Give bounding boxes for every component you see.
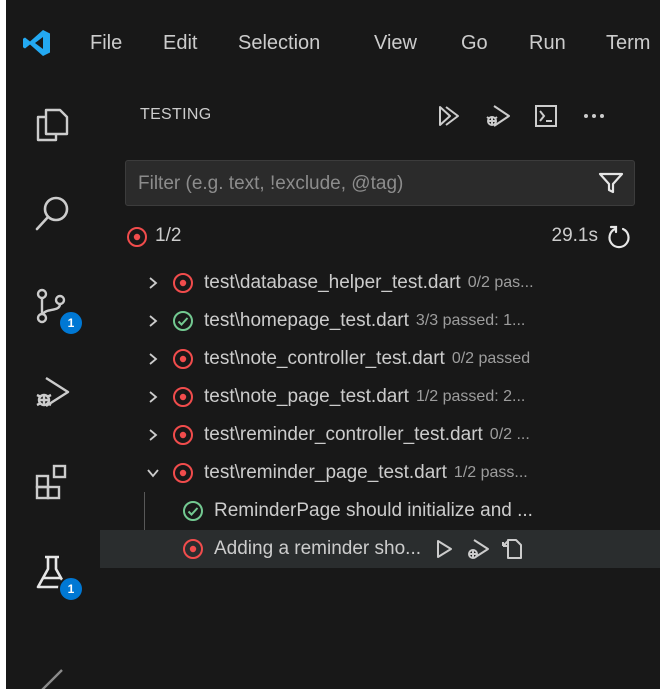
activity-search[interactable] [24,186,80,242]
debug-all-tests-icon [486,105,510,127]
test-file-row[interactable]: test\note_controller_test.dart 0/2 passe… [100,340,660,378]
test-file-name: test\reminder_controller_test.dart [204,424,483,445]
chevron-right-icon[interactable] [142,386,164,408]
more-actions-icon [584,114,604,118]
test-duration: 29.1s [551,225,598,246]
vscode-logo-icon [23,30,50,56]
test-file-result: 1/2 passed: 2... [415,388,526,405]
test-case-row-selected[interactable]: Adding a reminder sho... [100,530,660,568]
pane-title: TESTING [140,106,212,123]
menu-selection[interactable]: Selection [238,30,320,56]
test-file-name: test\note_controller_test.dart [204,348,445,369]
test-children: ReminderPage should initialize and ... A… [100,492,660,568]
failed-status-icon [173,463,193,483]
test-file-name: test\database_helper_test.dart [204,272,461,293]
test-case-row[interactable]: ReminderPage should initialize and ... [100,492,660,530]
activity-testing[interactable]: 1 [24,544,84,602]
activity-explorer[interactable] [24,96,80,152]
extensions-icon [35,464,67,500]
test-file-row[interactable]: test\reminder_page_test.dart 1/2 pass... [100,454,660,492]
test-case-name: ReminderPage should initialize and ... [214,500,533,521]
test-file-row[interactable]: test\note_page_test.dart 1/2 passed: 2..… [100,378,660,416]
testing-sidebar: TESTING Filter (e.g. text, !exclude, @ta… [100,88,660,689]
test-summary: 1/2 29.1s [126,222,636,252]
run-all-tests-icon [439,106,459,126]
explorer-icon [36,108,69,142]
chevron-down-icon[interactable] [142,462,164,484]
open-terminal-button[interactable] [526,100,566,132]
testing-title-actions [430,100,622,132]
activity-more[interactable] [24,648,80,689]
activity-bar: 1 1 [6,88,100,689]
search-icon [35,196,69,231]
test-file-result: 0/2 passed [451,350,531,367]
test-row-actions [429,534,531,564]
test-file-name: test\note_page_test.dart [204,386,409,407]
run-debug-icon [36,376,70,408]
test-file-result: 0/2 pas... [467,274,534,291]
failed-status-icon [183,539,203,559]
vscode-window: File Edit Selection View Go Run Term 1 1… [6,0,660,689]
menu-go[interactable]: Go [461,30,488,56]
activity-source-control[interactable]: 1 [24,278,84,336]
test-file-result: 3/3 passed: 1... [415,312,526,329]
chevron-right-icon[interactable] [142,424,164,446]
filter-icon[interactable] [598,171,624,195]
activity-extensions[interactable] [24,454,80,510]
activity-run-debug[interactable] [24,364,80,420]
test-filter [125,160,635,207]
menu-terminal[interactable]: Term [606,30,650,56]
debug-test-button[interactable] [463,534,493,564]
test-case-name: Adding a reminder sho... [214,538,422,559]
test-file-name: test\reminder_page_test.dart [204,462,447,483]
menu-view[interactable]: View [374,30,417,56]
testing-badge: 1 [58,576,84,602]
chevron-right-icon[interactable] [142,310,164,332]
chevron-right-icon[interactable] [142,348,164,370]
run-test-icon [437,540,453,558]
test-count: 1/2 [155,225,182,246]
go-to-test-button[interactable] [497,534,527,564]
refresh-icon[interactable] [606,224,632,250]
test-file-row[interactable]: test\reminder_controller_test.dart 0/2 .… [100,416,660,454]
terminal-icon [535,105,557,127]
source-control-badge: 1 [58,310,84,336]
menu-file[interactable]: File [90,30,122,56]
passed-status-icon [173,311,193,331]
chevron-right-icon[interactable] [142,272,164,294]
failed-status-icon [173,425,193,445]
test-file-row[interactable]: test\homepage_test.dart 3/3 passed: 1... [100,302,660,340]
debug-all-tests-button[interactable] [478,100,518,132]
menu-bar: File Edit Selection View Go Run Term [6,0,660,88]
failed-status-icon [173,387,193,407]
passed-status-icon [183,501,203,521]
failed-status-icon [127,227,147,247]
menu-run[interactable]: Run [529,30,566,56]
test-tree: test\database_helper_test.dart 0/2 pas..… [100,264,660,568]
test-file-row[interactable]: test\database_helper_test.dart 0/2 pas..… [100,264,660,302]
test-file-result: 1/2 pass... [453,464,528,481]
debug-test-icon [468,539,490,559]
failed-status-icon [173,349,193,369]
more-actions-button[interactable] [574,100,614,132]
run-all-tests-button[interactable] [430,100,470,132]
edit-icon [41,669,63,689]
menu-edit[interactable]: Edit [163,30,197,56]
test-file-name: test\homepage_test.dart [204,310,409,331]
filter-input[interactable] [126,161,590,207]
test-file-result: 0/2 ... [489,426,530,443]
go-to-test-icon [502,539,523,559]
failed-status-icon [173,273,193,293]
run-test-button[interactable] [429,534,459,564]
